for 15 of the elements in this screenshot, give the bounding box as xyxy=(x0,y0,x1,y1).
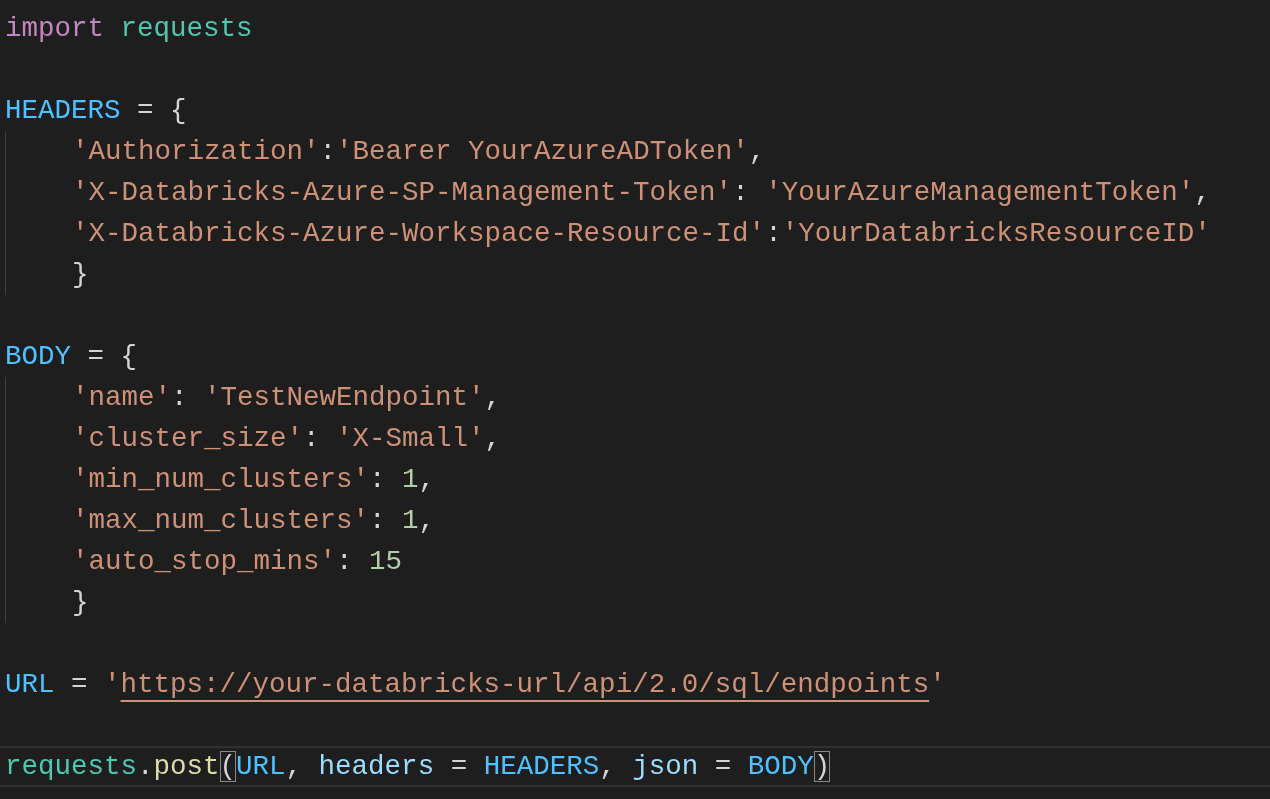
code-line: } xyxy=(71,586,89,620)
code-line: 'auto_stop_mins': 15 xyxy=(71,545,403,579)
code-line: import requests xyxy=(5,12,253,46)
code-line: requests.post(URL, headers = HEADERS, json = BODY) xyxy=(5,750,831,784)
code-line: URL = 'https://your-databricks-url/api/2.0/sql/endpoints' xyxy=(5,668,946,702)
code-line: } xyxy=(71,258,89,292)
code-line: 'X-Databricks-Azure-Workspace-Resource-Id':'YourDatabricksResourceID' xyxy=(71,217,1211,251)
code-line: 'min_num_clusters': 1, xyxy=(71,463,436,497)
code-line: 'Authorization':'Bearer YourAzureADToken', xyxy=(71,135,766,169)
code-line: 'max_num_clusters': 1, xyxy=(71,504,436,538)
code-line: BODY = { xyxy=(5,340,138,374)
code-line: 'cluster_size': 'X-Small', xyxy=(71,422,502,456)
code-line: HEADERS = { xyxy=(5,94,187,128)
code-line: 'X-Databricks-Azure-SP-Management-Token': 'YourAzureManagementToken', xyxy=(71,176,1211,210)
code-line: 'name': 'TestNewEndpoint', xyxy=(71,381,502,415)
